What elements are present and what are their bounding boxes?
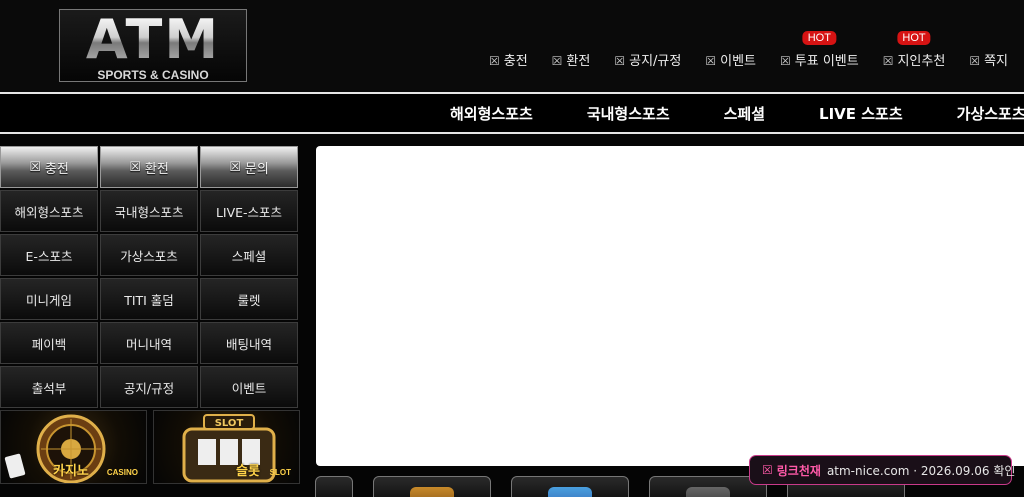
toast-message: atm-nice.com · 2026.09.06 확인: [826, 463, 1016, 478]
box-icon: ☒: [705, 54, 717, 68]
box-icon: ☒: [614, 54, 626, 68]
top-nav-label: 충전: [503, 54, 528, 69]
box-icon: ☒: [488, 54, 500, 68]
logo[interactable]: ATM SPORTS & CASINO: [59, 9, 247, 82]
box-icon: ☒: [229, 159, 241, 175]
menu-item[interactable]: 해외형스포츠: [0, 190, 98, 232]
inquiry-button[interactable]: ☒ 문의: [200, 146, 298, 188]
top-nav: ☒ 충전 ☒ 환전 ☒ 공지/규정 ☒ 이벤트 HOT ☒ 투표 이벤트 HOT ☒ 지인추천 …: [489, 31, 1008, 69]
top-nav-notice[interactable]: ☒ 공지/규정: [614, 50, 681, 69]
top-nav-label: 환전: [566, 54, 591, 69]
menu-grid: 해외형스포츠 국내형스포츠 LIVE-스포츠 E-스포츠 가상스포츠 스페셜 미…: [0, 190, 300, 408]
menu-item[interactable]: 스페셜: [200, 234, 298, 276]
link-notice-toast[interactable]: ☒ 링크천재 atm-nice.com · 2026.09.06 확인: [749, 455, 1015, 485]
quick-buttons: ☒ 충전 ☒ 환전 ☒ 문의: [0, 146, 300, 188]
banner-label: 카지노: [53, 464, 89, 479]
banner-sub: SLOT: [269, 468, 291, 477]
logo-title: ATM: [60, 12, 246, 68]
slot-banner[interactable]: SLOT 슬롯 SLOT: [153, 410, 300, 484]
menu-item[interactable]: 머니내역: [100, 322, 198, 364]
top-nav-event[interactable]: ☒ 이벤트: [705, 50, 756, 69]
quick-label: 환전: [144, 161, 169, 177]
menu-item[interactable]: 룰렛: [200, 278, 298, 320]
top-nav-vote-event[interactable]: HOT ☒ 투표 이벤트: [780, 31, 859, 69]
game-thumbnail: [548, 487, 592, 497]
exchange-button[interactable]: ☒ 환전: [100, 146, 198, 188]
top-nav-referral[interactable]: HOT ☒ 지인추천: [882, 31, 946, 69]
menu-item[interactable]: 공지/규정: [100, 366, 198, 408]
banner-sub: CASINO: [106, 468, 138, 477]
top-nav-charge[interactable]: ☒ 충전: [489, 50, 528, 69]
game-thumbnail: [410, 487, 454, 497]
top-nav-label: 공지/규정: [629, 54, 682, 69]
main-nav-live-sports[interactable]: LIVE 스포츠: [819, 103, 903, 124]
charge-button[interactable]: ☒ 충전: [0, 146, 98, 188]
main-nav-virtual-sports[interactable]: 가상스포츠: [957, 103, 1024, 124]
menu-item[interactable]: TITI 홀덤: [100, 278, 198, 320]
top-nav-label: 투표 이벤트: [794, 54, 859, 69]
box-icon: ☒: [762, 463, 773, 477]
side-panel: ☒ 충전 ☒ 환전 ☒ 문의 해외형스포츠 국내형스포츠 LIVE-스포츠 E-스포츠…: [0, 146, 300, 484]
top-nav-label: 쪽지: [984, 54, 1008, 69]
box-icon: ☒: [882, 54, 894, 68]
svg-text:SLOT: SLOT: [215, 418, 244, 429]
main-nav-overseas-sports[interactable]: 해외형스포츠: [450, 103, 533, 124]
top-nav-exchange[interactable]: ☒ 환전: [552, 50, 591, 69]
game-thumbnail: [686, 487, 730, 497]
top-nav-message[interactable]: ☒ 쪽지: [969, 50, 1008, 69]
main-content-panel: [316, 146, 1024, 466]
menu-item[interactable]: 배팅내역: [200, 322, 298, 364]
main-nav: 해외형스포츠 국내형스포츠 스페셜 LIVE 스포츠 가상스포츠: [0, 92, 1024, 134]
menu-item[interactable]: 미니게임: [0, 278, 98, 320]
toast-brand: 링크천재: [776, 463, 821, 478]
main-nav-special[interactable]: 스페셜: [724, 103, 765, 124]
menu-item[interactable]: 이벤트: [200, 366, 298, 408]
main-nav-domestic-sports[interactable]: 국내형스포츠: [587, 103, 670, 124]
box-icon: ☒: [780, 54, 791, 68]
menu-item[interactable]: LIVE-스포츠: [200, 190, 298, 232]
menu-item[interactable]: 페이백: [0, 322, 98, 364]
box-icon: ☒: [29, 159, 41, 175]
banner-label: 슬롯: [236, 464, 260, 479]
quick-label: 문의: [244, 161, 269, 177]
game-tile[interactable]: [511, 476, 629, 497]
menu-item[interactable]: E-스포츠: [0, 234, 98, 276]
header: ATM SPORTS & CASINO ☒ 충전 ☒ 환전 ☒ 공지/규정 ☒ 이벤트 …: [0, 0, 1024, 92]
hot-badge: HOT: [802, 31, 836, 45]
game-tile[interactable]: [315, 476, 353, 497]
casino-banner[interactable]: 카지노 CASINO: [0, 410, 147, 484]
game-tile[interactable]: [373, 476, 491, 497]
top-nav-label: 지인추천: [897, 54, 946, 69]
logo-subtitle: SPORTS & CASINO: [97, 68, 209, 82]
quick-label: 충전: [44, 161, 69, 177]
top-nav-label: 이벤트: [720, 54, 756, 69]
menu-item[interactable]: 가상스포츠: [100, 234, 198, 276]
menu-item[interactable]: 출석부: [0, 366, 98, 408]
game-banners: 카지노 CASINO SLOT 슬롯 SLOT: [0, 410, 300, 484]
box-icon: ☒: [551, 54, 563, 68]
box-icon: ☒: [129, 159, 141, 175]
box-icon: ☒: [969, 54, 981, 68]
menu-item[interactable]: 국내형스포츠: [100, 190, 198, 232]
hot-badge: HOT: [897, 31, 931, 45]
